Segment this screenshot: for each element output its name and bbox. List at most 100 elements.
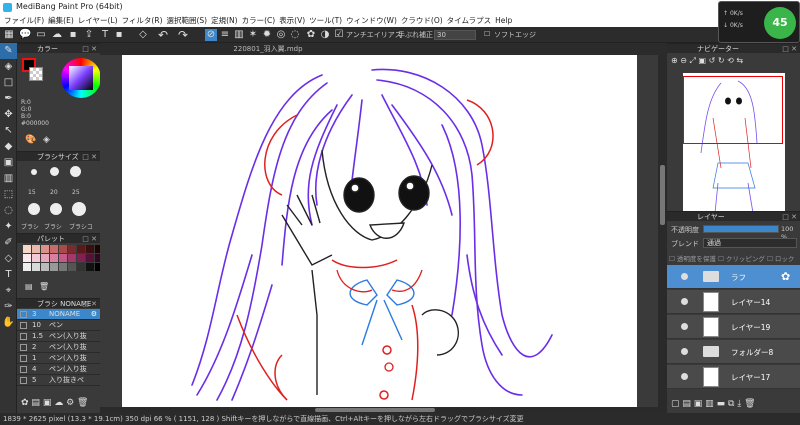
- folder-icon[interactable]: ▭: [35, 29, 47, 41]
- move-tool-icon[interactable]: ✥: [0, 107, 17, 123]
- add-color-icon[interactable]: ▤: [25, 282, 33, 291]
- merge-down-icon[interactable]: ⤓: [737, 399, 741, 409]
- soft-edge-checkbox[interactable]: ☐: [484, 30, 490, 38]
- brush-item[interactable]: 1.5 ペン(入り抜: [17, 331, 100, 342]
- hand-tool-icon[interactable]: ✋: [0, 315, 17, 331]
- settings-brush-icon[interactable]: ⚙: [66, 398, 74, 408]
- document-tab[interactable]: 220801_羽入翼.mdp: [218, 43, 318, 55]
- menu-edit[interactable]: 編集(E): [48, 16, 74, 25]
- navigator-thumbnail[interactable]: [683, 73, 785, 221]
- brush-size-15[interactable]: [31, 169, 37, 175]
- palette-swatch[interactable]: [32, 245, 40, 253]
- menu-window[interactable]: ウィンドウ(W): [346, 16, 397, 25]
- color-wheel[interactable]: [61, 58, 101, 98]
- select-tool-icon[interactable]: ⬚: [0, 187, 17, 203]
- rotate-right-icon[interactable]: ↻: [718, 56, 725, 65]
- brush-size-25[interactable]: [70, 166, 81, 177]
- visibility-icon[interactable]: [681, 298, 688, 305]
- zoom-in-icon[interactable]: ⊕: [671, 56, 678, 65]
- pen-tool-icon[interactable]: ✒: [0, 91, 17, 107]
- clipping-checkbox[interactable]: ☐: [718, 255, 724, 263]
- brush-checkbox[interactable]: [20, 377, 27, 384]
- brush-item[interactable]: 1 ペン(入り抜: [17, 353, 100, 364]
- layer-row[interactable]: ラフ ✿: [667, 265, 800, 289]
- antialias-checkbox[interactable]: ☑: [333, 29, 345, 41]
- snap-parallel-icon[interactable]: ≡: [219, 29, 231, 41]
- lock-checkbox[interactable]: ☐: [767, 255, 773, 263]
- delete-color-icon[interactable]: 🗑: [39, 282, 49, 291]
- palette-swatch[interactable]: [50, 245, 58, 253]
- actual-size-icon[interactable]: ▣: [698, 56, 706, 65]
- snap-vanish-icon[interactable]: ✶: [247, 29, 259, 41]
- opacity-slider[interactable]: [703, 225, 779, 233]
- brush-checkbox[interactable]: [20, 366, 27, 373]
- palette-swatch[interactable]: [68, 245, 76, 253]
- palette-swatch[interactable]: [86, 263, 94, 271]
- select-eraser-icon[interactable]: ◇: [0, 251, 17, 267]
- flip-icon[interactable]: ◇: [137, 29, 149, 41]
- secondary-color-swatch[interactable]: [29, 67, 43, 81]
- palette-swatch[interactable]: [41, 263, 49, 271]
- rotate-left-icon[interactable]: ↺: [709, 56, 716, 65]
- menu-color[interactable]: カラー(C): [242, 16, 276, 25]
- eraser-tool-icon[interactable]: ◈: [0, 59, 17, 75]
- palette-swatch[interactable]: [86, 254, 94, 262]
- brush-tool-icon[interactable]: ✎: [0, 43, 17, 59]
- text-tool-icon[interactable]: T: [0, 267, 17, 283]
- menu-view[interactable]: 表示(V): [279, 16, 305, 25]
- new-folder-icon[interactable]: ▬: [717, 399, 726, 409]
- palette-icon[interactable]: 🎨: [25, 135, 36, 145]
- menu-help[interactable]: Help: [495, 16, 512, 25]
- palette-swatches[interactable]: [23, 245, 103, 281]
- layer-row[interactable]: レイヤー17: [667, 365, 800, 389]
- snap-cross-icon[interactable]: ▥: [233, 29, 245, 41]
- drawing-canvas[interactable]: [122, 55, 637, 407]
- gear-icon[interactable]: ⚙: [91, 309, 97, 320]
- palette-swatch[interactable]: [23, 263, 31, 271]
- brush-item[interactable]: 10 ペン: [17, 320, 100, 331]
- fit-icon[interactable]: ⤢: [690, 56, 696, 65]
- palette-swatch[interactable]: [50, 263, 58, 271]
- magic-wand-icon[interactable]: ✦: [0, 219, 17, 235]
- panel-close-icon[interactable]: □ ✕: [782, 44, 797, 54]
- new-halftone-icon[interactable]: ▤: [682, 399, 691, 409]
- palette-swatch[interactable]: [59, 245, 67, 253]
- divide-tool-icon[interactable]: ⌖: [0, 283, 17, 299]
- palette-swatch[interactable]: [41, 245, 49, 253]
- color-picker-icon[interactable]: ◈: [43, 135, 50, 145]
- palette-swatch[interactable]: [86, 245, 94, 253]
- vertical-scrollbar[interactable]: [658, 55, 667, 407]
- settings-icon[interactable]: ✿: [305, 29, 317, 41]
- menu-filter[interactable]: フィルタ(R): [122, 16, 163, 25]
- share-icon[interactable]: ⇪: [83, 29, 95, 41]
- brush-size-preset[interactable]: [50, 203, 62, 215]
- snap-radial-icon[interactable]: ✹: [261, 29, 273, 41]
- new-layer-icon[interactable]: ▢: [671, 399, 680, 409]
- palette-swatch[interactable]: [68, 254, 76, 262]
- layer-row[interactable]: フォルダー8: [667, 340, 800, 364]
- dot-tool-icon[interactable]: □: [0, 75, 17, 91]
- blend-select[interactable]: 通過: [703, 238, 797, 248]
- zoom-out-icon[interactable]: ⊖: [680, 56, 687, 65]
- flip-horizontal-icon[interactable]: ⇆: [736, 56, 743, 65]
- brush-size-preset[interactable]: [72, 202, 86, 216]
- palette-swatch[interactable]: [77, 245, 85, 253]
- delete-brush-icon[interactable]: 🗑: [77, 398, 88, 408]
- menu-layer[interactable]: レイヤー(L): [78, 16, 118, 25]
- gradient-tool-icon[interactable]: ▣: [0, 155, 17, 171]
- palette-swatch[interactable]: [50, 254, 58, 262]
- brush-size-preset[interactable]: [28, 203, 40, 215]
- panel-close-icon[interactable]: □ ✕: [782, 212, 797, 222]
- palette-swatch[interactable]: [59, 254, 67, 262]
- menu-ruler[interactable]: 定規(N): [211, 16, 237, 25]
- brush-size-20[interactable]: [50, 167, 59, 176]
- menu-select[interactable]: 選択範囲(S): [167, 16, 208, 25]
- grid-icon[interactable]: ▦: [3, 29, 15, 41]
- brush-checkbox[interactable]: [20, 333, 27, 340]
- visibility-icon[interactable]: [681, 273, 688, 280]
- new-1bit-icon[interactable]: ▥: [705, 399, 714, 409]
- select-pen-icon[interactable]: ✐: [0, 235, 17, 251]
- snap-off-icon[interactable]: ⊘: [205, 29, 217, 41]
- palette-swatch[interactable]: [23, 245, 31, 253]
- eyedropper-tool-icon[interactable]: ✑: [0, 299, 17, 315]
